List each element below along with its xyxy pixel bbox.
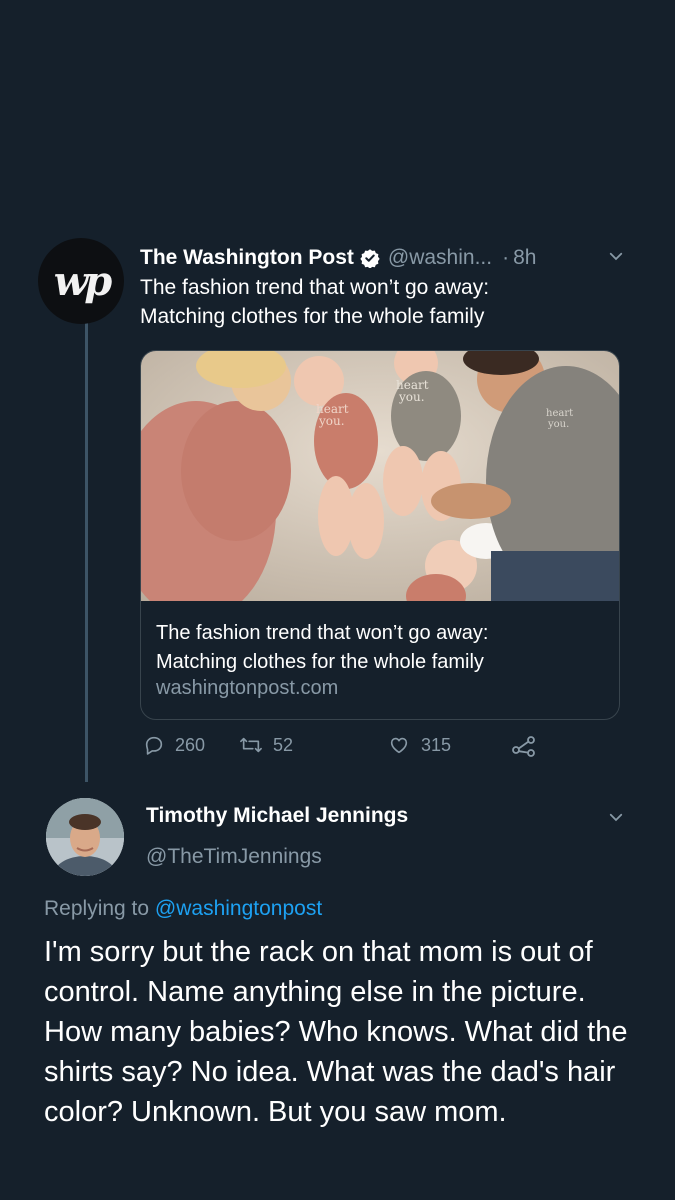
wp-logo: wp: [53, 257, 112, 305]
like-count: 315: [421, 734, 452, 755]
heart-icon: [390, 737, 408, 754]
reply-button[interactable]: 260: [143, 734, 205, 756]
card-title[interactable]: The fashion trend that won’t go away: Ma…: [156, 619, 606, 677]
thread-connector-line: [85, 320, 88, 782]
replying-to-mention[interactable]: @washingtonpost: [155, 897, 322, 920]
timestamp[interactable]: 8h: [513, 246, 536, 270]
retweet-button[interactable]: 52: [239, 734, 293, 756]
tweet-actions: 260 52 315: [143, 734, 603, 762]
card-image: heart you. heart you. heart you.: [141, 351, 619, 601]
share-icon: [512, 736, 535, 757]
like-button[interactable]: 315: [387, 734, 451, 756]
card-title-line: Matching clothes for the whole family: [156, 651, 484, 673]
handle[interactable]: @washin...: [388, 246, 492, 270]
reply-handle[interactable]: @TheTimJennings: [146, 845, 322, 869]
shirt-text: heart: [546, 408, 573, 419]
display-name[interactable]: The Washington Post: [140, 246, 354, 270]
replying-to-label: Replying to: [44, 897, 150, 920]
card-title-line: The fashion trend that won’t go away:: [156, 622, 489, 644]
reply-avatar[interactable]: [46, 798, 124, 876]
reply-bubble-icon: [145, 736, 163, 755]
replying-to: Replying to @washingtonpost: [44, 897, 322, 921]
retweet-icon: [240, 737, 262, 753]
share-button[interactable]: [511, 734, 547, 758]
separator-dot: ·: [502, 246, 510, 269]
card-domain: washingtonpost.com: [156, 677, 339, 699]
verified-badge-icon: [360, 248, 380, 268]
tweet-header: The Washington Post @washin... · 8h: [140, 244, 620, 272]
reply-menu-chevron-down-icon[interactable]: [607, 808, 625, 831]
reply-display-name[interactable]: Timothy Michael Jennings: [146, 804, 408, 828]
tweet-menu-chevron-down-icon[interactable]: [607, 247, 625, 270]
reply-count: 260: [175, 734, 206, 755]
reply-text: I'm sorry but the rack on that mom is ou…: [44, 936, 628, 1128]
tweet-text: The fashion trend that won’t go away: Ma…: [140, 273, 610, 331]
retweet-count: 52: [273, 734, 294, 755]
person-photo: [46, 798, 124, 876]
tweet-text-line: Matching clothes for the whole family: [140, 305, 485, 328]
link-card[interactable]: heart you. heart you. heart you. The fas…: [140, 350, 620, 720]
washington-post-avatar[interactable]: wp: [38, 238, 124, 324]
shirt-text: you.: [547, 419, 569, 430]
shirt-text: you.: [398, 390, 425, 404]
shirt-text: you.: [318, 414, 345, 428]
tweet-text-line: The fashion trend that won’t go away:: [140, 276, 490, 299]
